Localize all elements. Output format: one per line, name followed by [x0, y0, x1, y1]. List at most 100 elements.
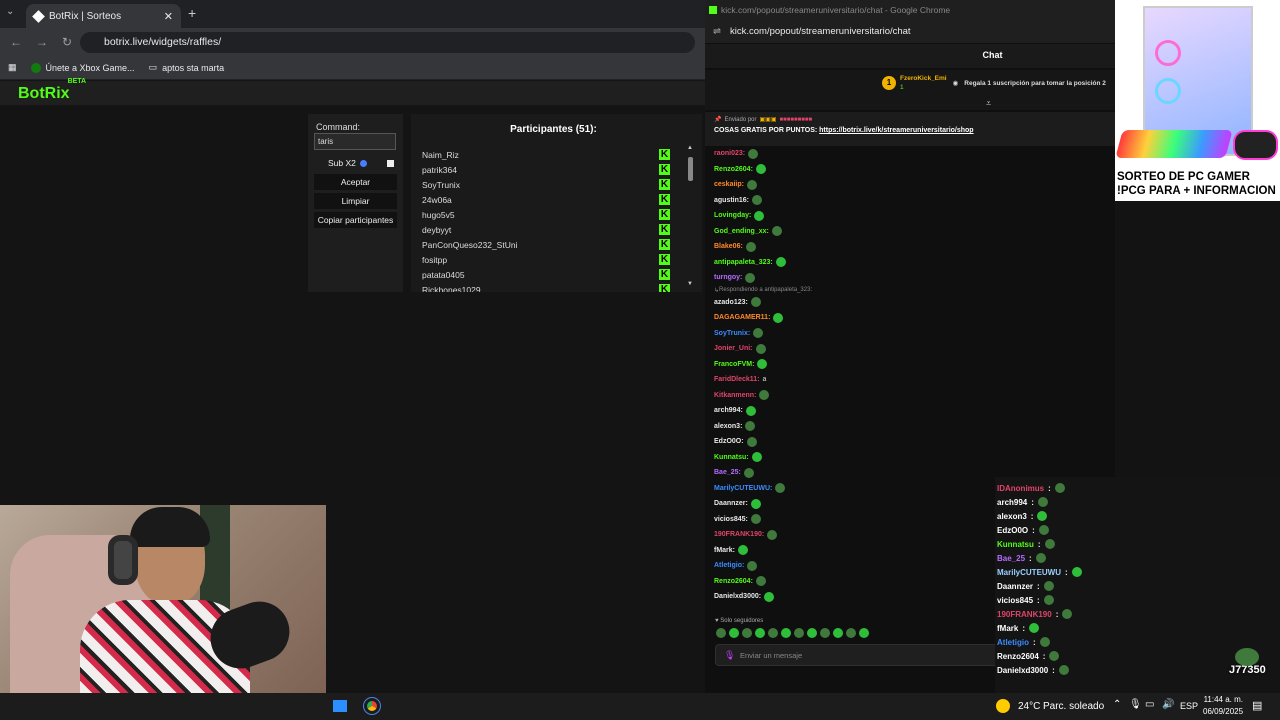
chat-username[interactable]: God_ending_xx: — [714, 228, 769, 235]
chat-username[interactable]: Kunnatsu: — [714, 454, 749, 461]
emote-picker-icon[interactable] — [781, 628, 791, 638]
emote-picker-icon[interactable] — [859, 628, 869, 638]
chat-username[interactable]: antipapaleta_323: — [714, 259, 773, 266]
chat-username[interactable]: agustin16: — [714, 197, 749, 204]
emote-picker-icon[interactable] — [833, 628, 843, 638]
chat-message[interactable]: EdzO0O: — [714, 434, 1104, 450]
reload-icon[interactable]: ↻ — [62, 35, 72, 49]
file-explorer-icon[interactable] — [333, 700, 347, 712]
chat-message[interactable]: Blake06: — [714, 239, 1104, 255]
chat-username[interactable]: turngoy: — [714, 274, 742, 281]
bookmark-xbox[interactable]: Únete a Xbox Game... — [30, 62, 135, 73]
chat-username[interactable]: Renzo2604: — [714, 578, 753, 585]
emote-picker-icon[interactable] — [716, 628, 726, 638]
accept-button[interactable]: Aceptar — [314, 174, 397, 190]
chat-message[interactable]: God_ending_xx: — [714, 224, 1104, 240]
chat-username[interactable]: Atletigio: — [714, 562, 744, 569]
shop-link[interactable]: https://botrix.live/k/streameruniversita… — [819, 127, 973, 134]
copy-participants-button[interactable]: Copiar participantes — [314, 212, 397, 228]
volume-icon[interactable]: 🔊 — [1162, 699, 1174, 710]
kick-address-bar[interactable]: ⇌ kick.com/popout/streameruniversitario/c… — [705, 21, 1115, 43]
pinned-gift[interactable]: FzeroKick_Emi 1 ◉ Regala 1 suscripción pa… — [900, 74, 1130, 92]
emote-picker-icon[interactable] — [729, 628, 739, 638]
chat-username[interactable]: azado123: — [714, 299, 748, 306]
emote-picker-icon[interactable] — [807, 628, 817, 638]
chat-message[interactable]: agustin16: — [714, 193, 1104, 209]
tray-chevron-icon[interactable]: ⌃ — [1113, 699, 1121, 710]
clock-time[interactable]: 11:44 a. m. — [1203, 695, 1243, 704]
chat-username[interactable]: Daannzer: — [714, 500, 748, 507]
back-icon[interactable]: ← — [10, 35, 22, 49]
chat-message[interactable]: alexon3: — [714, 419, 1104, 435]
notifications-icon[interactable]: ▤ — [1252, 699, 1262, 712]
chat-username[interactable]: Renzo2604: — [714, 166, 753, 173]
chat-username[interactable]: alexon3: — [714, 423, 742, 430]
site-settings-icon[interactable]: ⇌ — [713, 26, 721, 37]
chat-username[interactable]: SoyTrunix: — [714, 330, 750, 337]
command-input[interactable]: taris — [314, 133, 396, 150]
weather-temp[interactable]: 24°C — [1018, 701, 1040, 712]
chat-message[interactable]: Kitkanmenn: — [714, 388, 1104, 404]
new-tab-icon[interactable]: + — [188, 5, 196, 21]
chat-message[interactable]: Jonier_Uni: — [714, 341, 1104, 357]
tab-search-icon[interactable]: ⌄ — [6, 6, 22, 22]
chat-username[interactable]: MarilyCUTEUWU: — [714, 485, 772, 492]
chat-message[interactable]: raoni023: — [714, 146, 1104, 162]
sub-x2-checkbox[interactable] — [386, 159, 394, 167]
weather-desc[interactable]: Parc. soleado — [1043, 701, 1104, 712]
emote-picker-icon[interactable] — [742, 628, 752, 638]
emote-picker-icon[interactable] — [820, 628, 830, 638]
chat-username[interactable]: Lovingday: — [714, 212, 751, 219]
clock-date[interactable]: 06/09/2025 — [1203, 707, 1243, 716]
chat-username[interactable]: arch994: — [714, 407, 743, 414]
chat-message[interactable]: turngoy: — [714, 270, 1104, 286]
mic-tray-icon[interactable]: 🎙 — [1129, 699, 1142, 710]
chat-message[interactable]: Lovingday: — [714, 208, 1104, 224]
apps-grid-icon[interactable]: ▦ — [8, 62, 17, 73]
chat-username[interactable]: 190FRANK190: — [714, 531, 764, 538]
chat-username[interactable]: FrancoFVM: — [714, 361, 754, 368]
collapse-icon[interactable]: ⩡ — [986, 98, 991, 109]
botrix-logo[interactable]: BotRixBETA — [18, 78, 88, 103]
chat-username[interactable]: Danielxd3000: — [714, 593, 761, 600]
chat-username[interactable]: DAGAGAMER11: — [714, 314, 770, 321]
emote-picker-icon[interactable] — [846, 628, 856, 638]
bookmark-folder[interactable]: ▭ aptos sta marta — [149, 62, 225, 73]
chat-message[interactable]: ceskaiip: — [714, 177, 1104, 193]
chat-message[interactable]: SoyTrunix: — [714, 326, 1104, 342]
language-indicator[interactable]: ESP — [1180, 701, 1198, 711]
chat-message[interactable]: Kunnatsu: — [714, 450, 1104, 466]
chat-message[interactable]: FrancoFVM: — [714, 357, 1104, 373]
chat-message[interactable]: FaridDleck11: a — [714, 372, 1104, 388]
emote-picker-icon[interactable] — [768, 628, 778, 638]
chat-username[interactable]: Blake06: — [714, 243, 743, 250]
chat-username[interactable]: FaridDleck11: — [714, 376, 760, 383]
chat-username[interactable]: ceskaiip: — [714, 181, 744, 188]
scroll-down-icon[interactable]: ▼ — [687, 281, 693, 287]
forward-icon[interactable]: → — [36, 35, 48, 49]
emote-picker-icon[interactable] — [755, 628, 765, 638]
chat-message[interactable]: azado123: — [714, 295, 1104, 311]
participants-scrollbar[interactable] — [688, 157, 693, 181]
chat-username[interactable]: raoni023: — [714, 150, 745, 157]
clear-button[interactable]: Limpiar — [314, 193, 397, 209]
participants-list[interactable]: Naim_Riz Kpatrik364 K SoyTrunix K 24w06a Khugo… — [422, 147, 694, 292]
mic-icon[interactable]: 🎙 — [724, 650, 735, 661]
chat-username[interactable]: Bae_25: — [714, 469, 741, 476]
chat-message[interactable]: antipapaleta_323: — [714, 255, 1104, 271]
chat-username[interactable]: vicios845: — [714, 516, 748, 523]
chat-username[interactable]: Kitkanmenn: — [714, 392, 756, 399]
chrome-icon[interactable] — [363, 697, 381, 715]
chat-username[interactable]: Jonier_Uni: — [714, 345, 753, 352]
emote-picker-icon[interactable] — [794, 628, 804, 638]
chat-message[interactable]: arch994: — [714, 403, 1104, 419]
tab-botrix[interactable]: BotRix | Sorteos ✕ — [26, 4, 181, 28]
chat-message[interactable]: Renzo2604: — [714, 162, 1104, 178]
chat-username[interactable]: EdzO0O: — [714, 438, 744, 445]
network-icon[interactable]: ▭ — [1145, 699, 1154, 710]
address-bar[interactable]: botrix.live/widgets/raffles/ — [80, 32, 695, 53]
close-tab-icon[interactable]: ✕ — [164, 10, 173, 23]
chat-username[interactable]: fMark: — [714, 547, 735, 554]
chat-message[interactable]: DAGAGAMER11: — [714, 310, 1104, 326]
scroll-up-icon[interactable]: ▲ — [687, 145, 693, 151]
